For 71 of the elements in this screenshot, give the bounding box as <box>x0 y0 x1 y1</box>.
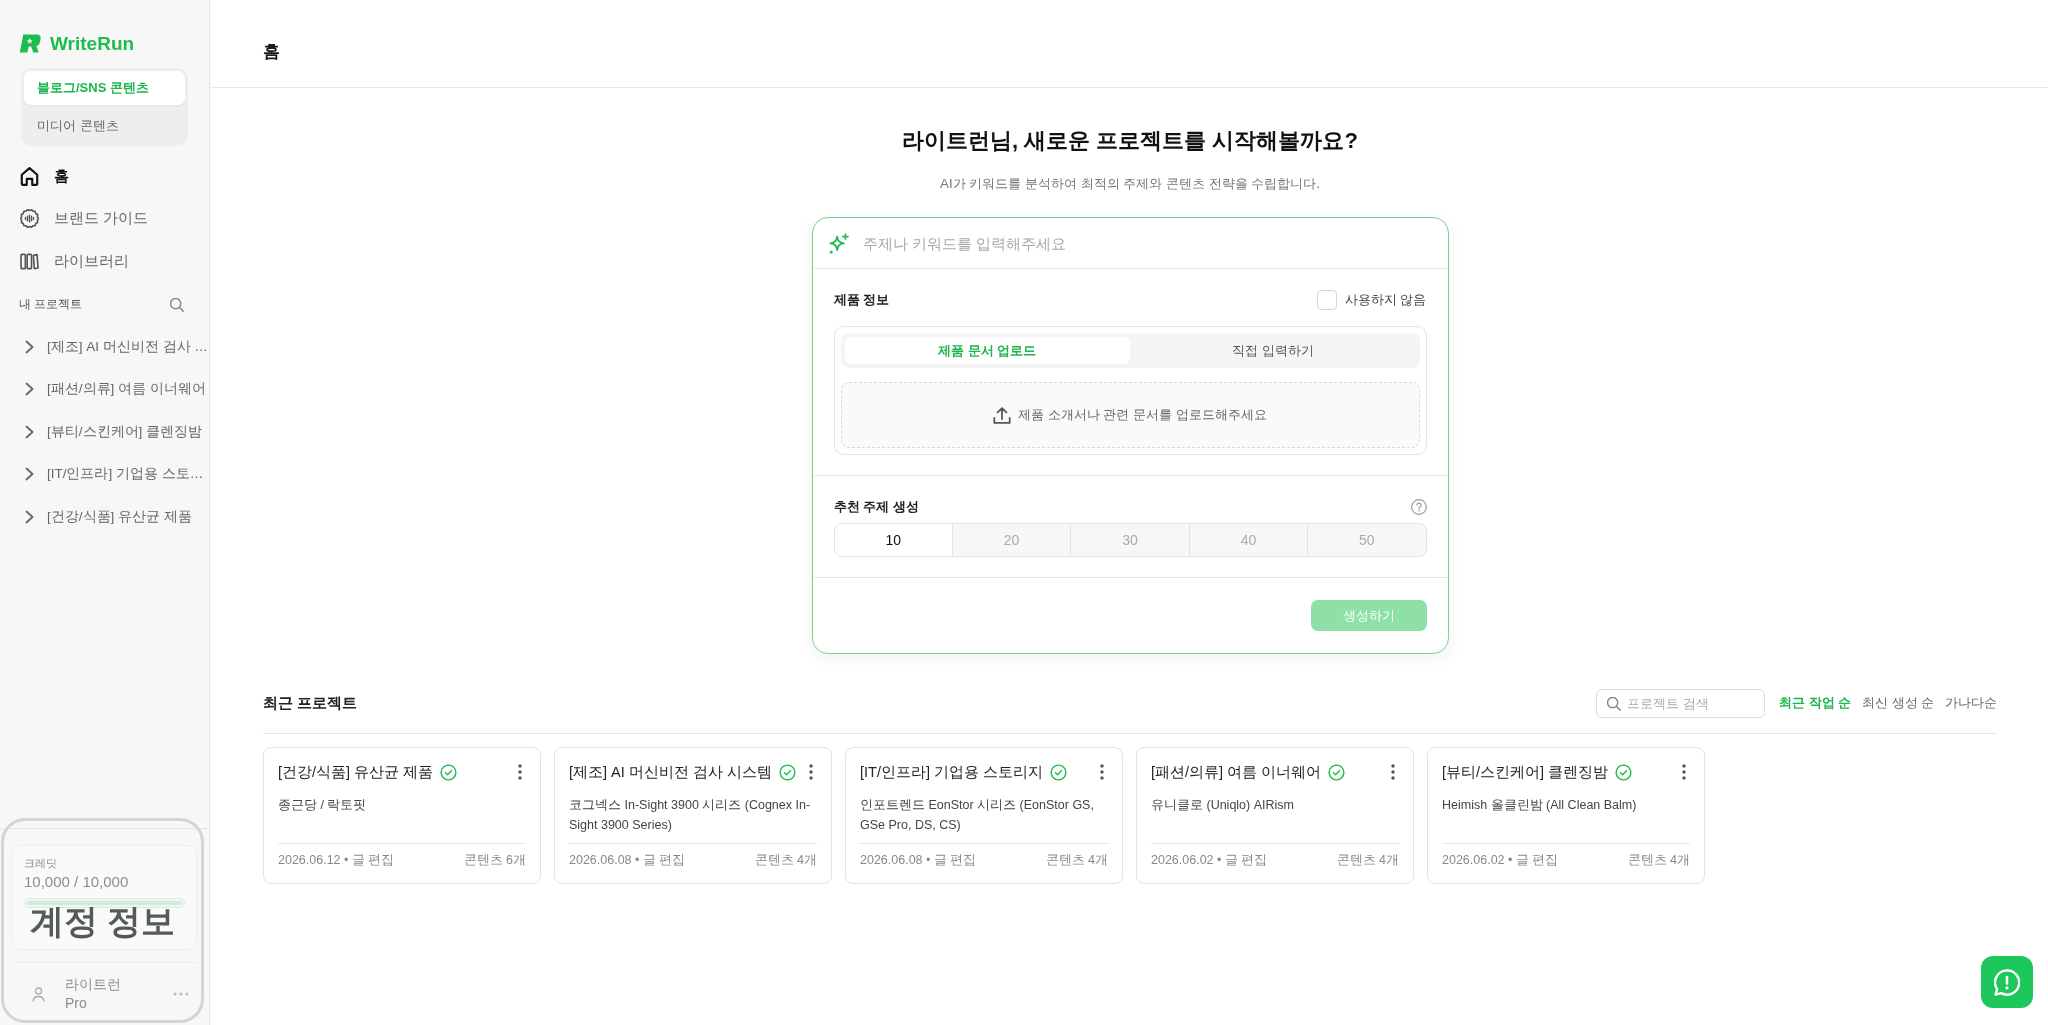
section-title: 최근 프로젝트 <box>263 694 358 713</box>
home-icon <box>20 166 39 186</box>
card-meta: 2026.06.08 • 글 편집 <box>569 852 686 869</box>
card-title: [IT/인프라] 기업용 스토리지 <box>860 762 1044 782</box>
help-icon[interactable] <box>1410 499 1427 515</box>
nav-item[interactable]: 홈 <box>0 155 209 198</box>
page-subtitle: AI가 키워드를 분석하여 최적의 주제와 콘텐츠 전략을 수립합니다. <box>939 175 1321 193</box>
project-item[interactable]: [IT/인프라] 기업용 스토… <box>0 453 209 496</box>
card-subtitle: 종근당 / 락토핏 <box>278 797 368 814</box>
more-icon[interactable] <box>809 764 813 780</box>
page-heading: 라이트런님, 새로운 프로젝트를 시작해볼까요? <box>901 127 1359 155</box>
nav-item[interactable]: 브랜드 가이드 <box>0 197 209 240</box>
card-title: [제조] AI 머신비전 검사 시스템 <box>569 762 772 782</box>
content-count: 콘텐츠 6개 <box>463 852 526 869</box>
card-meta: 2026.06.02 • 글 편집 <box>1151 852 1268 869</box>
count-option[interactable]: 10 <box>834 524 952 556</box>
section-label: 제품 정보 <box>833 291 890 309</box>
badge-icon <box>20 209 39 229</box>
card-subtitle: 인포트렌드 EonStor 시리즈 (EonStor GS, GSe Pro, DS, CS) <box>860 797 1095 834</box>
card-meta: 2026.06.08 • 글 편집 <box>860 852 977 869</box>
tab[interactable]: 직접 입력하기 <box>1130 337 1416 364</box>
sparkle-icon <box>828 232 849 254</box>
chat-icon <box>1994 968 2020 996</box>
project-card[interactable]: [IT/인프라] 기업용 스토리지 인포트렌드 EonStor 시리즈 (EonStor GS, GSe Pro, DS, CS) 2026.06.08 • 글 편집 콘텐츠 4개 <box>845 747 1123 884</box>
sort-option[interactable]: 가나다순 <box>1945 695 1997 712</box>
logo-icon <box>19 34 42 53</box>
nav-item[interactable]: 라이브러리 <box>0 240 209 283</box>
credit-label: 크레딧 <box>24 856 58 870</box>
project-item[interactable]: [건강/식품] 유산균 제품 <box>0 495 209 538</box>
project-item[interactable]: [패션/의류] 여름 이너웨어 <box>0 368 209 411</box>
project-card[interactable]: [뷰티/스킨케어] 클렌징밤 Heimish 올클린밤 (All Clean Balm) 2026.06.02 • 글 편집 콘텐츠 4개 <box>1427 747 1705 884</box>
sort-option[interactable]: 최신 생성 순 <box>1862 695 1934 712</box>
card-subtitle: 유니클로 (Uniqlo) AIRism <box>1151 797 1295 814</box>
keyword-field[interactable]: 주제나 키워드를 입력해주세요 <box>862 231 1432 255</box>
card-title: [건강/식품] 유산균 제품 <box>278 762 434 782</box>
card-meta: 2026.06.12 • 글 편집 <box>278 852 395 869</box>
content-count: 콘텐츠 4개 <box>754 852 817 869</box>
more-icon[interactable] <box>1682 764 1686 780</box>
user-plan: Pro <box>65 994 88 1013</box>
content-type-tab[interactable]: 미디어 콘텐츠 <box>24 109 185 143</box>
project-item[interactable]: [제조] AI 머신비전 검사 … <box>0 325 209 368</box>
content-count: 콘텐츠 4개 <box>1336 852 1399 869</box>
upload-dropzone[interactable]: 제품 소개서나 관련 문서를 업로드해주세요 <box>840 382 1420 448</box>
section-label: 내 프로젝트 <box>19 296 83 313</box>
search-field[interactable]: 프로젝트 검색 <box>1596 689 1766 718</box>
card-meta: 2026.06.02 • 글 편집 <box>1442 852 1559 869</box>
books-icon <box>20 251 39 271</box>
section-label: 추천 주제 생성 <box>833 498 919 516</box>
project-card[interactable]: [건강/식품] 유산균 제품 종근당 / 락토핏 2026.06.12 • 글 편집 콘텐츠 6개 <box>263 747 541 884</box>
user-name: 라이트런 <box>65 975 122 994</box>
page-title: 홈 <box>210 0 2048 88</box>
card-title: [패션/의류] 여름 이너웨어 <box>1151 762 1322 782</box>
logo-text: WriteRun <box>50 32 135 55</box>
search-icon[interactable] <box>170 297 184 312</box>
more-icon[interactable] <box>1391 764 1395 780</box>
checkbox[interactable] <box>1316 290 1337 310</box>
upload-icon <box>993 406 1012 424</box>
project-card[interactable]: [제조] AI 머신비전 검사 시스템 코그넥스 In-Sight 3900 시리즈 (Cognex In-Sight 3900 Series) 2026.06.08 • 글 편집 콘텐츠 4개 <box>554 747 832 884</box>
content-count: 콘텐츠 4개 <box>1045 852 1108 869</box>
card-subtitle: Heimish 올클린밤 (All Clean Balm) <box>1442 797 1638 814</box>
card-subtitle: 코그넥스 In-Sight 3900 시리즈 (Cognex In-Sight 3900 Series) <box>569 797 812 834</box>
more-icon[interactable] <box>1100 764 1104 780</box>
card-title: [뷰티/스킨케어] 클렌징밤 <box>1442 762 1609 782</box>
search-icon <box>1607 697 1622 711</box>
checkbox-label[interactable]: 사용하지 않음 <box>1344 291 1427 309</box>
credit-value: 10,000 / 10,000 <box>24 872 130 892</box>
project-item[interactable]: [뷰티/스킨케어] 클렌징밤 <box>0 410 209 453</box>
content-count: 콘텐츠 4개 <box>1627 852 1690 869</box>
more-icon[interactable] <box>518 764 522 780</box>
user-icon <box>32 986 45 1002</box>
project-card[interactable]: [패션/의류] 여름 이너웨어 유니클로 (Uniqlo) AIRism 2026.06.02 • 글 편집 콘텐츠 4개 <box>1136 747 1414 884</box>
